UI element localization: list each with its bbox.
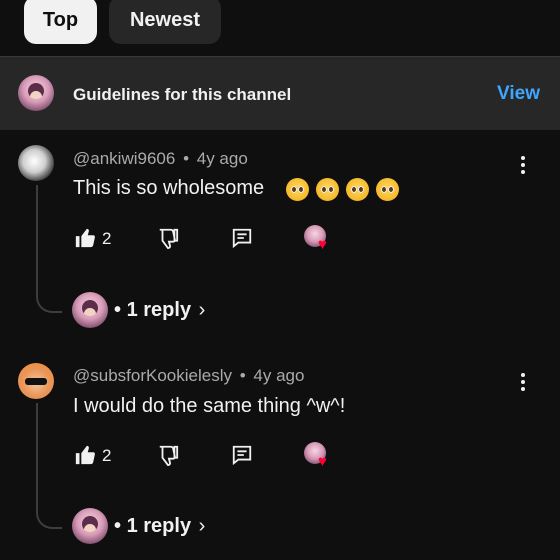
reply-icon[interactable]: [230, 443, 254, 467]
comment-author-handle[interactable]: @subsforKookielesly • 4y ago: [73, 366, 304, 386]
chip-top[interactable]: Top: [24, 0, 97, 44]
sunglasses-icon: [25, 378, 47, 385]
separator: •: [114, 299, 122, 321]
pleading-face-emoji: [346, 178, 369, 201]
reply-count: 1 reply: [126, 299, 192, 321]
thumbs-up-icon[interactable]: [73, 443, 97, 467]
pleading-face-emoji: [286, 178, 309, 201]
more-vert-icon[interactable]: [521, 156, 527, 177]
like-count: 2: [102, 446, 112, 465]
guidelines-label: Guidelines for this channel: [73, 85, 292, 104]
separator: •: [183, 149, 190, 168]
like-count: 2: [102, 229, 112, 248]
more-vert-icon[interactable]: [521, 373, 527, 394]
comment-age: 4y ago: [253, 366, 305, 385]
comment-author-avatar[interactable]: [18, 363, 54, 399]
reply-author-avatar[interactable]: [72, 292, 108, 328]
thumbs-up-icon[interactable]: [73, 226, 97, 250]
comment-author-avatar[interactable]: [18, 145, 54, 181]
channel-avatar: [18, 75, 54, 111]
chip-newest[interactable]: Newest: [109, 0, 221, 44]
chevron-right-icon: ›: [198, 515, 206, 537]
view-replies-button[interactable]: • 1 reply ›: [114, 299, 205, 322]
reply-icon[interactable]: [230, 226, 254, 250]
pleading-face-emoji: [316, 178, 339, 201]
author-handle-text: @subsforKookielesly: [73, 366, 232, 385]
separator: •: [239, 366, 246, 385]
thread-connector: [36, 185, 62, 313]
pleading-face-emoji: [376, 178, 399, 201]
creator-heart-icon: ♥: [304, 225, 332, 253]
thumbs-down-icon[interactable]: [156, 226, 180, 250]
author-handle-text: @ankiwi9606: [73, 149, 176, 168]
comment-text: This is so wholesome: [73, 177, 265, 199]
channel-guidelines-banner: Guidelines for this channel View: [0, 56, 560, 130]
comment-text: I would do the same thing ^w^!: [73, 395, 346, 417]
chevron-right-icon: ›: [198, 299, 206, 321]
reply-count: 1 reply: [126, 515, 192, 537]
reply-author-avatar[interactable]: [72, 508, 108, 544]
comment-age: 4y ago: [196, 149, 248, 168]
thumbs-down-icon[interactable]: [156, 443, 180, 467]
view-replies-button[interactable]: • 1 reply ›: [114, 515, 205, 538]
separator: •: [114, 515, 122, 537]
view-guidelines-button[interactable]: View: [497, 83, 540, 105]
thread-connector: [36, 403, 62, 529]
creator-heart-icon: ♥: [304, 442, 332, 470]
comment-author-handle[interactable]: @ankiwi9606 • 4y ago: [73, 149, 248, 169]
